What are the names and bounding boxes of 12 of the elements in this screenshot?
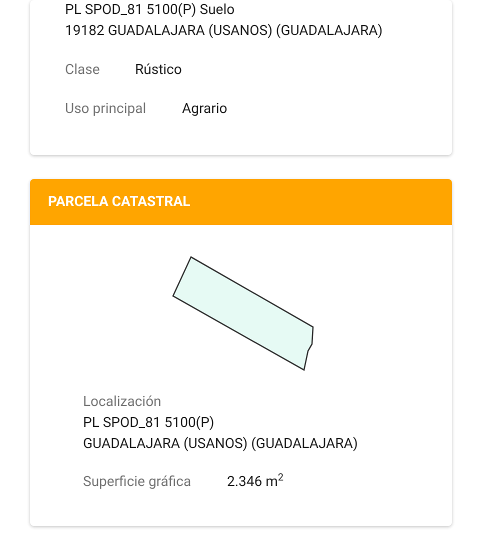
field-value: Rústico [135,61,182,80]
address-text: PL SPOD_81 5100(P) [83,414,216,433]
address-text: GUADALAJARA (USANOS) (GUADALAJARA) [83,435,359,454]
address-text: PL SPOD_81 5100(P) Suelo [65,1,236,20]
address-text: 19182 GUADALAJARA (USANOS) (GUADALAJARA) [65,22,384,41]
field-label: Uso principal [65,100,148,119]
field-value: Agrario [182,100,228,119]
field-label: Localización [83,393,162,412]
card-header: PARCELA CATASTRAL [30,179,452,225]
field-label: Superficie gráfica [83,473,192,492]
field-label: Clase [65,61,101,80]
field-value: 2.346 m$^{2}$ [227,472,284,492]
